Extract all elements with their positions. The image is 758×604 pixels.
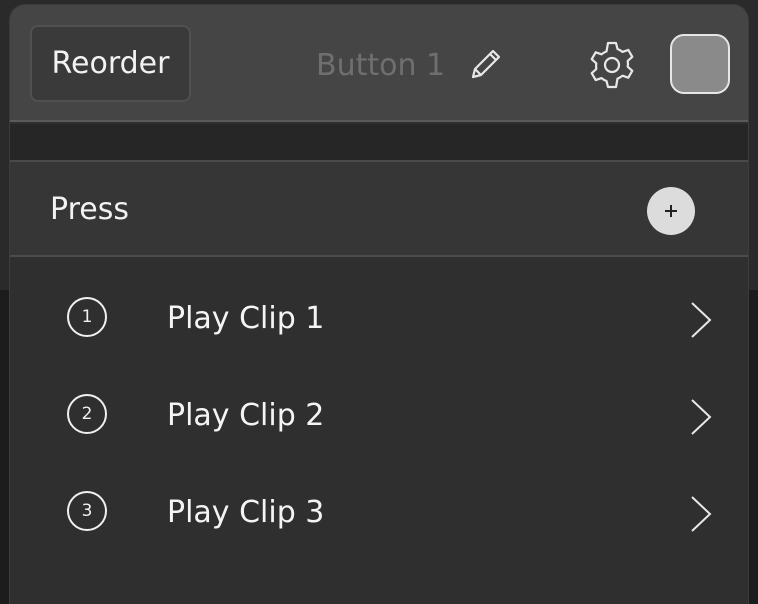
button-title-wrap: Button 1 [316, 43, 445, 87]
divider-band [10, 124, 748, 162]
action-row-2[interactable]: 2 Play Clip 2 [10, 356, 748, 453]
action-label: Play Clip 2 [167, 398, 325, 433]
step-number-badge: 3 [67, 491, 107, 531]
press-section-header: Press [10, 162, 748, 257]
action-row-3[interactable]: 3 Play Clip 3 [10, 453, 748, 550]
step-number-badge: 1 [67, 297, 107, 337]
action-list: 1 Play Clip 1 2 Play Clip 2 3 Play Clip … [10, 259, 748, 550]
action-row-1[interactable]: 1 Play Clip 1 [10, 259, 748, 356]
chevron-right-icon [691, 302, 712, 338]
chevron-right-icon [691, 496, 712, 532]
reorder-button[interactable]: Reorder [30, 25, 191, 102]
add-action-button[interactable] [647, 187, 695, 235]
panel-header: Reorder Button 1 [10, 5, 748, 122]
button-title: Button 1 [316, 47, 446, 83]
press-section-label: Press [50, 192, 129, 227]
step-number-badge: 2 [67, 394, 107, 434]
button-color-swatch[interactable] [670, 34, 730, 94]
button-editor-panel: Reorder Button 1 Press 1 Play Clip 1 2 P… [9, 4, 749, 604]
gear-icon[interactable] [586, 39, 638, 91]
plus-icon [665, 205, 677, 217]
action-label: Play Clip 1 [167, 301, 325, 336]
action-label: Play Clip 3 [167, 495, 325, 530]
chevron-right-icon [691, 399, 712, 435]
pencil-icon[interactable] [465, 45, 505, 85]
